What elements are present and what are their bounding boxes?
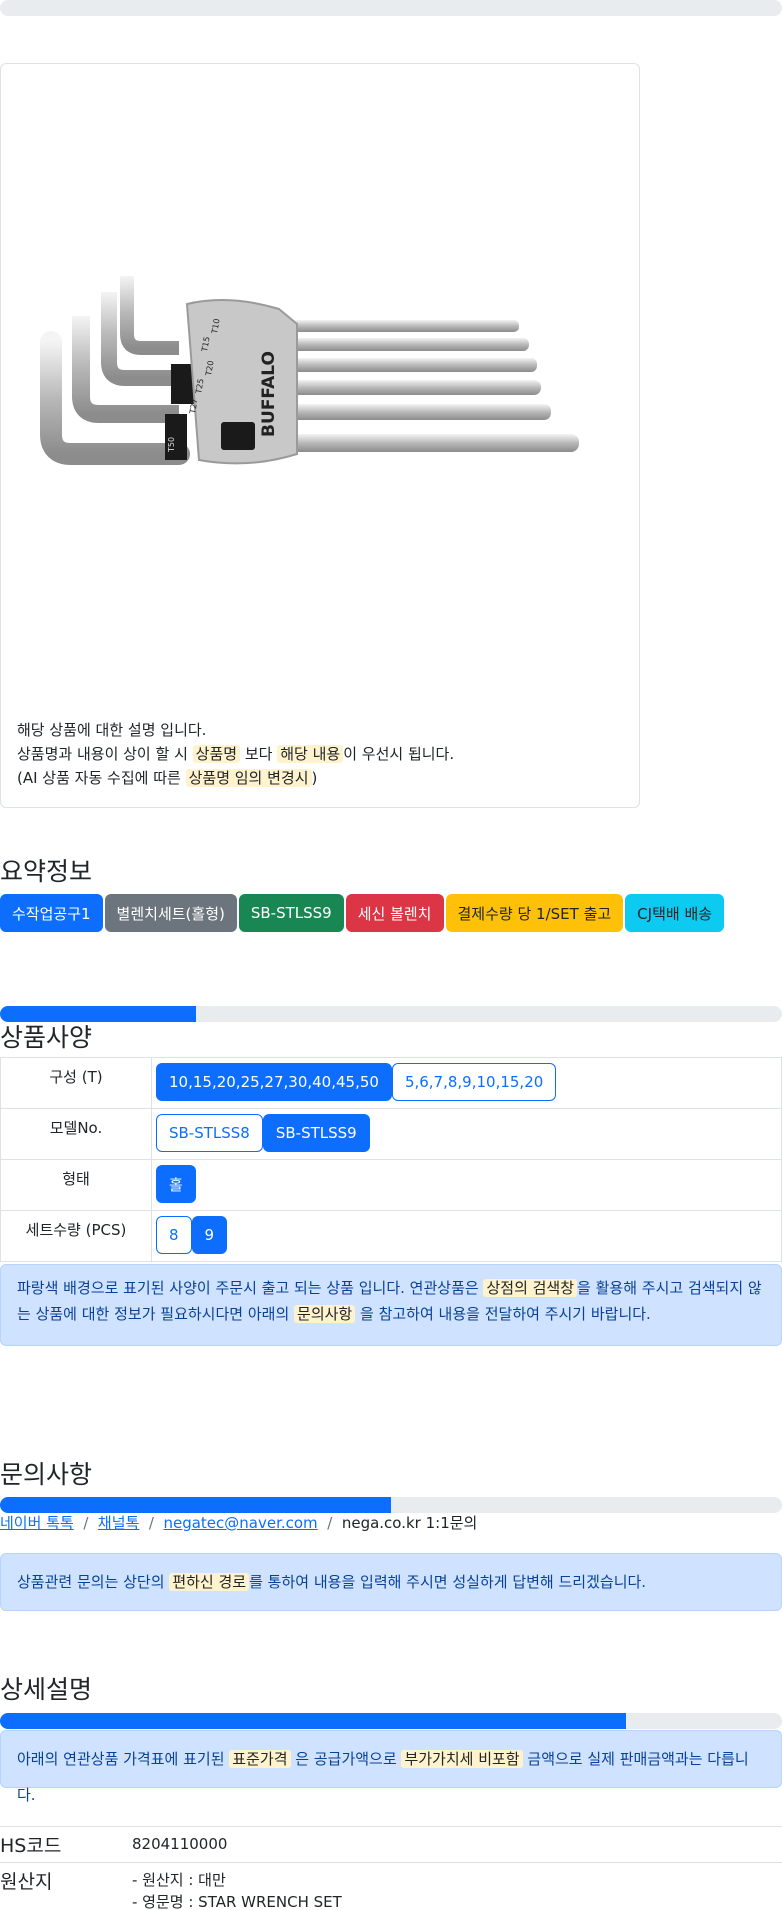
top-progress-bar: [0, 0, 782, 16]
detail-progress-bar: [0, 1713, 782, 1729]
summary-title: 요약정보: [0, 857, 93, 886]
origin-line: - 원산지 : 대만: [132, 1871, 226, 1889]
detail-progress-fill: [0, 1713, 626, 1729]
origin-label: 원산지: [0, 1862, 132, 1910]
naver-talk-link[interactable]: 네이버 톡톡: [0, 1514, 74, 1532]
notes-line: 상품명과 내용이 상이 할 시 상품명 보다 해당 내용 이 우선시 됩니다.: [17, 742, 454, 766]
site-inquiry-text: nega.co.kr 1:1문의: [341, 1514, 478, 1532]
spec-label: 구성 (T): [0, 1057, 152, 1109]
notes-line: (AI 상품 자동 수집에 따른 상품명 임의 변경시): [17, 766, 454, 790]
summary-badge: 별렌치세트(홀형): [104, 894, 237, 932]
origin-value: - 원산지 : 대만 - 영문명 : STAR WRENCH SET: [132, 1862, 782, 1910]
specs-title: 상품사양: [0, 1023, 93, 1052]
summary-badge: CJ택배 배송: [625, 894, 725, 932]
notice-text: 파랑색 배경으로 표기된 사양이 주문시 출고 되는 상품 입니다. 연관상품은: [17, 1279, 479, 1297]
spec-row: 구성 (T) 10,15,20,25,27,30,40,45,50 5,6,7,8,…: [0, 1057, 782, 1109]
inquiry-notice: 상품관련 문의는 상단의 편하신 경로 를 통하여 내용을 입력해 주시면 성실하…: [0, 1553, 782, 1611]
specs-progress-bar: [0, 1006, 782, 1022]
notice-highlight: 상점의 검색창: [483, 1279, 578, 1297]
origin-line: - 영문명 : STAR WRENCH SET: [132, 1893, 342, 1910]
notice-highlight: 부가가치세 비포함: [401, 1750, 523, 1768]
inquiry-progress-fill: [0, 1497, 391, 1513]
summary-badge: 수작업공구1: [0, 894, 103, 932]
brand-text: BUFFALO: [259, 351, 279, 437]
spec-row: 모델No. SB-STLSS8 SB-STLSS9: [0, 1108, 782, 1160]
summary-badge: SB-STLSS9: [238, 894, 344, 932]
size-label: T50: [167, 437, 176, 453]
summary-badge: 결제수량 당 1/SET 출고: [445, 894, 624, 932]
email-link[interactable]: negatec@naver.com: [163, 1514, 317, 1532]
spec-notice: 파랑색 배경으로 표기된 사양이 주문시 출고 되는 상품 입니다. 연관상품은…: [0, 1264, 782, 1346]
product-photo: BUFFALO T10 T15 T20 T25 T27 T50: [40, 276, 579, 465]
spec-row: 세트수량 (PCS) 8 9: [0, 1210, 782, 1262]
info-row: HS코드 8204110000: [0, 1826, 782, 1863]
notes-text: 상품명과 내용이 상이 할 시: [17, 745, 188, 763]
spec-label: 모델No.: [0, 1108, 152, 1160]
notes-text: ): [311, 769, 318, 787]
spec-option-chip[interactable]: 9: [191, 1216, 228, 1254]
spec-options: 홀: [151, 1159, 782, 1211]
detail-title: 상세설명: [0, 1675, 93, 1704]
spec-options: 89: [151, 1210, 782, 1262]
spec-label: 세트수량 (PCS): [0, 1210, 152, 1262]
notice-text: 상품관련 문의는 상단의: [17, 1573, 165, 1591]
notes-highlight: 해당 내용: [277, 745, 344, 763]
hs-code-value: 8204110000: [132, 1826, 782, 1863]
info-table: HS코드 8204110000 원산지 - 원산지 : 대만 - 영문명 : S…: [0, 1826, 782, 1910]
notes-highlight: 상품명: [192, 745, 241, 763]
product-image-card: BUFFALO T10 T15 T20 T25 T27 T50 해당 상품에 대…: [0, 63, 640, 808]
spec-option-chip[interactable]: SB-STLSS8: [156, 1114, 263, 1152]
inquiry-progress-bar: [0, 1497, 782, 1513]
spec-options: 10,15,20,25,27,30,40,45,50 5,6,7,8,9,10,1…: [151, 1057, 782, 1109]
contact-breadcrumb: 네이버 톡톡 / 채널톡 / negatec@naver.com / nega.…: [0, 1514, 478, 1532]
notes-highlight: 상품명 임의 변경시: [185, 769, 312, 787]
notice-highlight: 문의사항: [294, 1305, 356, 1323]
summary-badges: 수작업공구1 별렌치세트(홀형) SB-STLSS9 세신 볼렌치 결제수량 당 1/S…: [0, 894, 725, 932]
notes-line: 해당 상품에 대한 설명 입니다.: [17, 721, 207, 739]
notice-highlight: 표준가격: [229, 1750, 291, 1768]
spec-option-chip[interactable]: SB-STLSS9: [262, 1114, 370, 1152]
spec-row: 형태 홀: [0, 1159, 782, 1211]
notes-text: 이 우선시 됩니다.: [343, 745, 455, 763]
price-notice: 아래의 연관상품 가격표에 표기된 표준가격 은 공급가액으로 부가가치세 비포…: [0, 1730, 782, 1804]
notice-text: 은 공급가액으로: [295, 1750, 397, 1768]
summary-badge: 세신 볼렌치: [345, 894, 444, 932]
spec-options: SB-STLSS8 SB-STLSS9: [151, 1108, 782, 1160]
notice-highlight: 편하신 경로: [169, 1573, 250, 1591]
spec-option-chip[interactable]: 10,15,20,25,27,30,40,45,50: [156, 1063, 392, 1101]
notes-text: 보다: [244, 745, 273, 763]
hs-code-label: HS코드: [0, 1826, 132, 1863]
channel-talk-link[interactable]: 채널톡: [98, 1514, 139, 1532]
notes-text: (AI 상품 자동 수집에 따른: [17, 769, 181, 787]
notice-text: 아래의 연관상품 가격표에 표기된: [17, 1750, 225, 1768]
spec-option-chip[interactable]: 홀: [156, 1165, 196, 1203]
info-row: 원산지 - 원산지 : 대만 - 영문명 : STAR WRENCH SET: [0, 1862, 782, 1910]
notice-text: 를 통하여 내용을 입력해 주시면 성실하게 답변해 드리겠습니다.: [249, 1573, 647, 1591]
product-notes: 해당 상품에 대한 설명 입니다. 상품명과 내용이 상이 할 시 상품명 보다…: [17, 718, 454, 790]
spec-option-chip[interactable]: 8: [156, 1216, 192, 1254]
notice-text: 을 참고하여 내용을 전달하여 주시기 바랍니다.: [360, 1305, 651, 1323]
spec-option-chip[interactable]: 5,6,7,8,9,10,15,20: [391, 1063, 557, 1101]
spec-table: 구성 (T) 10,15,20,25,27,30,40,45,50 5,6,7,8,…: [0, 1057, 782, 1262]
spec-label: 형태: [0, 1159, 152, 1211]
inquiry-title: 문의사항: [0, 1460, 93, 1489]
